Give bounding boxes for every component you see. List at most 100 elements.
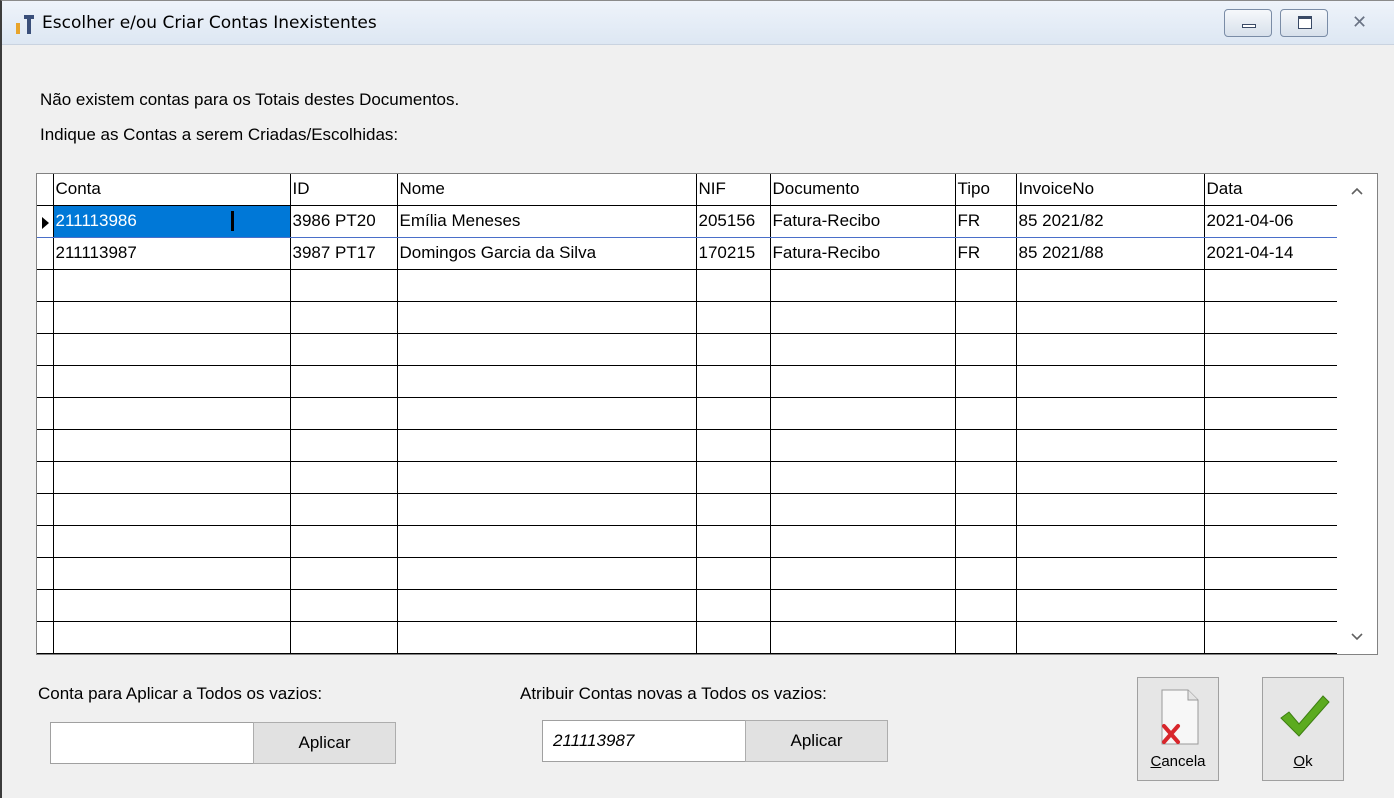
empty-cell[interactable] <box>1204 397 1338 430</box>
cell-id[interactable]: 3987 PT17 <box>290 237 398 270</box>
empty-cell[interactable] <box>770 493 956 526</box>
empty-cell[interactable] <box>290 557 398 590</box>
chevron-down-icon[interactable] <box>1337 622 1377 652</box>
empty-cell[interactable] <box>770 269 956 302</box>
empty-cell[interactable] <box>1016 365 1205 398</box>
empty-cell[interactable] <box>53 621 291 654</box>
empty-table-row[interactable] <box>37 365 1338 398</box>
cell-tipo[interactable]: FR <box>955 237 1017 270</box>
column-header-nome[interactable]: Nome <box>397 174 697 206</box>
empty-cell[interactable] <box>1204 301 1338 334</box>
empty-cell[interactable] <box>770 525 956 558</box>
empty-cell[interactable] <box>290 493 398 526</box>
empty-cell[interactable] <box>955 557 1017 590</box>
empty-cell[interactable] <box>696 557 771 590</box>
column-header-data[interactable]: Data <box>1204 174 1338 206</box>
title-bar[interactable]: Escolher e/ou Criar Contas Inexistentes … <box>2 1 1394 45</box>
empty-cell[interactable] <box>1016 269 1205 302</box>
empty-cell[interactable] <box>1016 589 1205 622</box>
empty-table-row[interactable] <box>37 301 1338 334</box>
column-header-tipo[interactable]: Tipo <box>955 174 1017 206</box>
table-row[interactable]: 211113986 3986 PT20 Emília Meneses 20515… <box>37 204 1338 238</box>
empty-cell[interactable] <box>770 461 956 494</box>
empty-cell[interactable] <box>1204 365 1338 398</box>
empty-cell[interactable] <box>955 333 1017 366</box>
empty-cell[interactable] <box>1204 493 1338 526</box>
cell-documento[interactable]: Fatura-Recibo <box>770 204 956 238</box>
empty-cell[interactable] <box>290 589 398 622</box>
minimize-button[interactable] <box>1224 9 1272 37</box>
empty-cell[interactable] <box>696 429 771 462</box>
empty-cell[interactable] <box>955 525 1017 558</box>
cell-documento[interactable]: Fatura-Recibo <box>770 237 956 270</box>
empty-cell[interactable] <box>1204 589 1338 622</box>
maximize-button[interactable] <box>1280 9 1328 37</box>
empty-cell[interactable] <box>290 397 398 430</box>
cancel-button[interactable]: Cancela <box>1137 677 1219 781</box>
empty-cell[interactable] <box>53 269 291 302</box>
empty-cell[interactable] <box>696 333 771 366</box>
empty-table-row[interactable] <box>37 269 1338 302</box>
empty-cell[interactable] <box>397 429 697 462</box>
empty-table-row[interactable] <box>37 589 1338 622</box>
empty-cell[interactable] <box>1016 397 1205 430</box>
empty-cell[interactable] <box>1016 461 1205 494</box>
column-header-conta[interactable]: Conta <box>53 174 291 206</box>
cell-invoiceno[interactable]: 85 2021/82 <box>1016 204 1205 238</box>
empty-cell[interactable] <box>696 493 771 526</box>
empty-cell[interactable] <box>770 333 956 366</box>
empty-table-row[interactable] <box>37 397 1338 430</box>
close-button[interactable]: ✕ <box>1338 9 1382 37</box>
empty-cell[interactable] <box>955 461 1017 494</box>
cell-id[interactable]: 3986 PT20 <box>290 204 398 238</box>
empty-cell[interactable] <box>53 525 291 558</box>
empty-table-row[interactable] <box>37 429 1338 462</box>
chevron-up-icon[interactable] <box>1337 176 1377 206</box>
column-header-id[interactable]: ID <box>290 174 398 206</box>
empty-cell[interactable] <box>696 621 771 654</box>
cell-nome[interactable]: Emília Meneses <box>397 204 697 238</box>
empty-cell[interactable] <box>696 397 771 430</box>
empty-cell[interactable] <box>770 557 956 590</box>
empty-cell[interactable] <box>955 621 1017 654</box>
empty-cell[interactable] <box>53 429 291 462</box>
assign-new-button[interactable]: Aplicar <box>745 720 888 762</box>
cell-nif[interactable]: 205156 <box>696 204 771 238</box>
column-header-invoiceno[interactable]: InvoiceNo <box>1016 174 1205 206</box>
empty-cell[interactable] <box>53 557 291 590</box>
empty-cell[interactable] <box>1016 333 1205 366</box>
empty-cell[interactable] <box>770 589 956 622</box>
empty-cell[interactable] <box>290 461 398 494</box>
empty-cell[interactable] <box>770 365 956 398</box>
cell-conta[interactable]: 211113986 <box>53 204 291 238</box>
empty-cell[interactable] <box>955 429 1017 462</box>
cell-nif[interactable]: 170215 <box>696 237 771 270</box>
empty-cell[interactable] <box>696 269 771 302</box>
column-header-documento[interactable]: Documento <box>770 174 956 206</box>
empty-cell[interactable] <box>53 493 291 526</box>
empty-cell[interactable] <box>397 397 697 430</box>
empty-cell[interactable] <box>1204 621 1338 654</box>
cell-data[interactable]: 2021-04-14 <box>1204 237 1338 270</box>
empty-cell[interactable] <box>53 397 291 430</box>
empty-cell[interactable] <box>397 493 697 526</box>
empty-cell[interactable] <box>696 461 771 494</box>
cell-data[interactable]: 2021-04-06 <box>1204 204 1338 238</box>
empty-cell[interactable] <box>53 365 291 398</box>
empty-cell[interactable] <box>696 525 771 558</box>
empty-cell[interactable] <box>955 493 1017 526</box>
empty-cell[interactable] <box>1016 557 1205 590</box>
empty-table-row[interactable] <box>37 557 1338 590</box>
apply-all-input[interactable] <box>50 722 254 764</box>
empty-cell[interactable] <box>397 365 697 398</box>
empty-cell[interactable] <box>397 333 697 366</box>
empty-cell[interactable] <box>1016 493 1205 526</box>
empty-cell[interactable] <box>397 301 697 334</box>
empty-cell[interactable] <box>770 301 956 334</box>
empty-cell[interactable] <box>955 365 1017 398</box>
empty-cell[interactable] <box>955 397 1017 430</box>
empty-cell[interactable] <box>1204 525 1338 558</box>
empty-cell[interactable] <box>696 365 771 398</box>
empty-cell[interactable] <box>53 589 291 622</box>
empty-cell[interactable] <box>290 429 398 462</box>
